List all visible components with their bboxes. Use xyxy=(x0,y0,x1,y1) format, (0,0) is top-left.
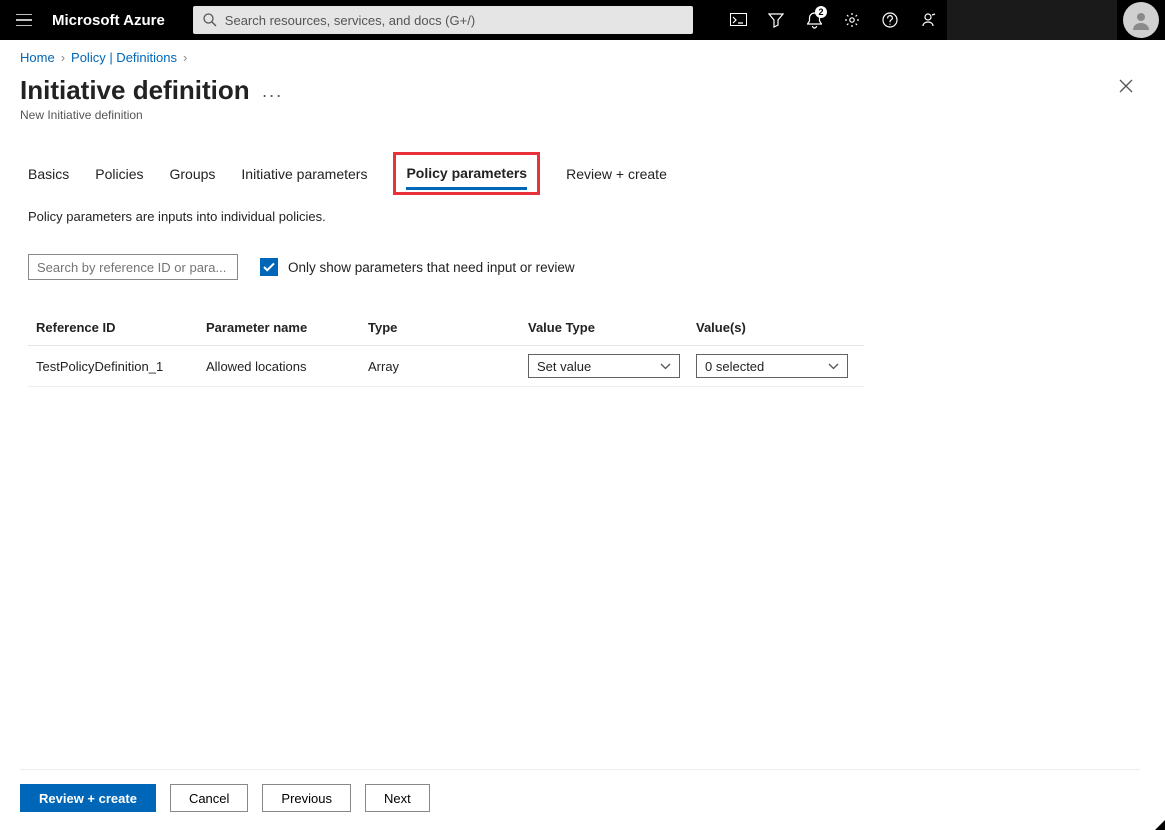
more-actions-icon[interactable]: ··· xyxy=(262,85,283,106)
parameter-search-input[interactable] xyxy=(28,254,238,280)
cell-parameter-name: Allowed locations xyxy=(206,359,368,374)
cell-reference-id: TestPolicyDefinition_1 xyxy=(36,359,206,374)
page-header: Initiative definition ··· xyxy=(0,69,1165,106)
only-need-input-checkbox[interactable] xyxy=(260,258,278,276)
notification-badge: 2 xyxy=(815,6,827,18)
cell-type: Array xyxy=(368,359,528,374)
value-type-selected: Set value xyxy=(537,359,591,374)
col-value-type: Value Type xyxy=(528,320,696,335)
check-icon xyxy=(263,262,275,272)
breadcrumb-home[interactable]: Home xyxy=(20,50,55,65)
breadcrumb-policy-definitions[interactable]: Policy | Definitions xyxy=(71,50,177,65)
values-dropdown[interactable]: 0 selected xyxy=(696,354,848,378)
top-nav-bar: Microsoft Azure Search resources, servic… xyxy=(0,0,1165,40)
settings-icon[interactable] xyxy=(833,0,871,40)
col-reference-id: Reference ID xyxy=(36,320,206,335)
chevron-down-icon xyxy=(660,363,671,370)
tab-review-create[interactable]: Review + create xyxy=(566,160,667,188)
close-icon[interactable] xyxy=(1115,75,1137,102)
page-subtitle: New Initiative definition xyxy=(0,106,1165,122)
tab-bar: Basics Policies Groups Initiative parame… xyxy=(28,152,1145,195)
next-button[interactable]: Next xyxy=(365,784,430,812)
only-need-input-label: Only show parameters that need input or … xyxy=(288,260,575,275)
parameters-table: Reference ID Parameter name Type Value T… xyxy=(28,310,864,387)
values-selected: 0 selected xyxy=(705,359,764,374)
search-icon xyxy=(203,13,217,27)
filter-icon[interactable] xyxy=(757,0,795,40)
search-placeholder: Search resources, services, and docs (G+… xyxy=(225,13,475,28)
table-row: TestPolicyDefinition_1 Allowed locations… xyxy=(28,346,864,387)
only-need-input-checkbox-wrap: Only show parameters that need input or … xyxy=(260,258,575,276)
help-icon[interactable] xyxy=(871,0,909,40)
footer-bar: Review + create Cancel Previous Next xyxy=(20,769,1140,812)
tab-initiative-parameters[interactable]: Initiative parameters xyxy=(241,160,367,188)
global-search-input[interactable]: Search resources, services, and docs (G+… xyxy=(193,6,693,34)
table-header-row: Reference ID Parameter name Type Value T… xyxy=(28,310,864,346)
top-icon-bar: 2 xyxy=(719,0,1165,40)
tab-policies[interactable]: Policies xyxy=(95,160,143,188)
tab-policy-parameters-highlight: Policy parameters xyxy=(393,152,540,195)
chevron-down-icon xyxy=(828,363,839,370)
account-region[interactable] xyxy=(947,0,1117,40)
tab-basics[interactable]: Basics xyxy=(28,160,69,188)
user-avatar[interactable] xyxy=(1123,2,1159,38)
previous-button[interactable]: Previous xyxy=(262,784,351,812)
chevron-right-icon: › xyxy=(61,50,65,65)
brand-label[interactable]: Microsoft Azure xyxy=(48,12,173,29)
feedback-icon[interactable] xyxy=(909,0,947,40)
value-type-dropdown[interactable]: Set value xyxy=(528,354,680,378)
col-parameter-name: Parameter name xyxy=(206,320,368,335)
notifications-icon[interactable]: 2 xyxy=(795,0,833,40)
tab-groups[interactable]: Groups xyxy=(169,160,215,188)
resize-corner-icon[interactable] xyxy=(1155,820,1165,830)
tab-policy-parameters[interactable]: Policy parameters xyxy=(406,159,527,190)
page-title: Initiative definition xyxy=(20,75,250,106)
tab-description: Policy parameters are inputs into indivi… xyxy=(28,209,1145,224)
cloud-shell-icon[interactable] xyxy=(719,0,757,40)
cancel-button[interactable]: Cancel xyxy=(170,784,248,812)
col-values: Value(s) xyxy=(696,320,866,335)
hamburger-menu-icon[interactable] xyxy=(0,0,48,40)
chevron-right-icon: › xyxy=(183,50,187,65)
filter-row: Only show parameters that need input or … xyxy=(28,254,1145,280)
col-type: Type xyxy=(368,320,528,335)
review-create-button[interactable]: Review + create xyxy=(20,784,156,812)
breadcrumb: Home › Policy | Definitions › xyxy=(0,40,1165,69)
